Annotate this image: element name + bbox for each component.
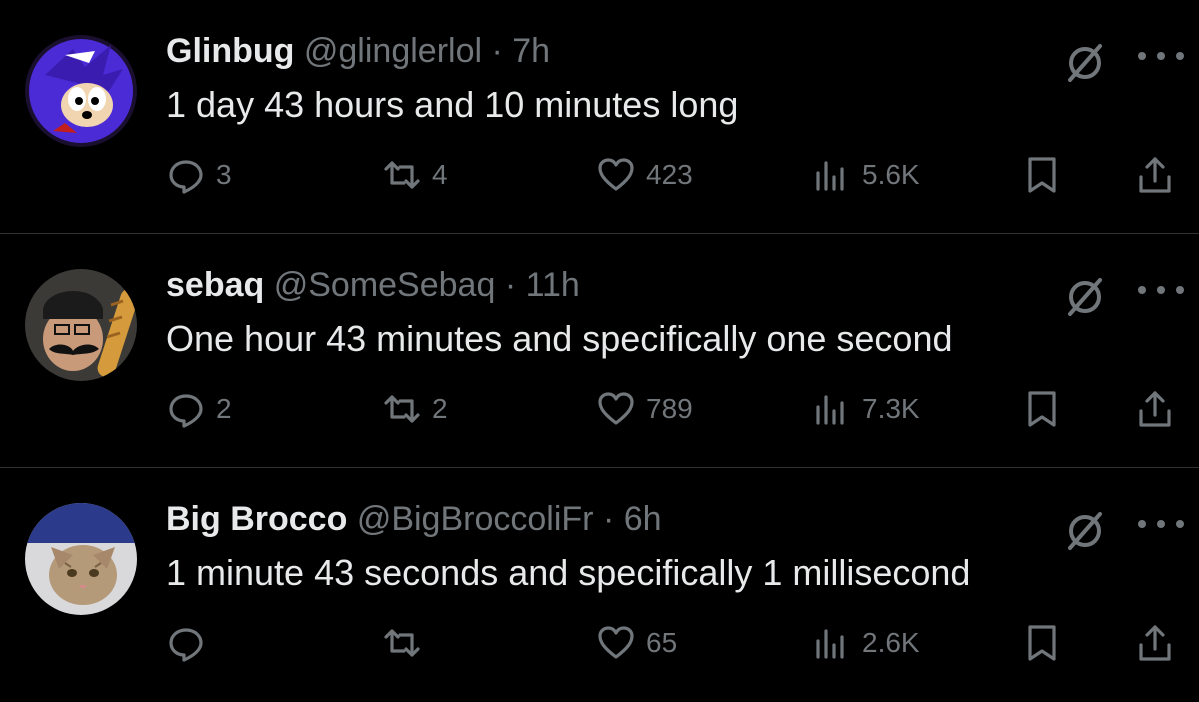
like-button[interactable]: 423 (596, 150, 693, 200)
heart-icon (598, 158, 634, 191)
tweet-header: Big Brocco @BigBroccoliFr · 6h (166, 496, 662, 542)
reply-icon (169, 160, 203, 194)
reply-count: 2 (216, 393, 232, 424)
retweet-icon (384, 161, 420, 189)
tweet-header: Glinbug @glinglerlol · 7h (166, 28, 550, 74)
tweet[interactable]: Glinbug @glinglerlol · 7h 1 day 43 hours… (0, 0, 1199, 234)
tweet[interactable]: sebaq @SomeSebaq · 11h One hour 43 minut… (0, 234, 1199, 468)
user-handle[interactable]: @glinglerlol (304, 32, 482, 70)
reply-icon (169, 394, 203, 428)
avatar[interactable] (25, 269, 137, 381)
tweet-text: One hour 43 minutes and specifically one… (166, 318, 953, 359)
views-icon (816, 629, 844, 659)
retweet-icon (384, 395, 420, 423)
reply-button[interactable]: 3 (166, 150, 232, 200)
timestamp[interactable]: 11h (526, 266, 580, 304)
views-button[interactable]: 5.6K (812, 150, 920, 200)
heart-icon (598, 392, 634, 425)
grok-icon[interactable] (1062, 508, 1108, 554)
reply-icon (169, 628, 203, 662)
tweet-actions: 3 4 423 5.6K (0, 150, 1199, 200)
views-button[interactable]: 2.6K (812, 618, 920, 668)
like-count: 789 (646, 393, 693, 424)
timestamp[interactable]: 6h (624, 500, 662, 538)
more-icon[interactable] (1134, 514, 1188, 534)
share-button[interactable] (1135, 150, 1185, 200)
tweet-text: 1 minute 43 seconds and specifically 1 m… (166, 552, 971, 593)
reply-button[interactable]: 2 (166, 384, 232, 434)
timestamp[interactable]: 7h (512, 32, 550, 70)
retweet-button[interactable]: 2 (382, 384, 448, 434)
retweet-count: 2 (432, 393, 448, 424)
tweet-text: 1 day 43 hours and 10 minutes long (166, 84, 739, 125)
bookmark-button[interactable] (1022, 618, 1072, 668)
views-icon (816, 395, 844, 425)
separator-dot: · (504, 266, 517, 304)
views-count: 5.6K (862, 159, 920, 190)
views-button[interactable]: 7.3K (812, 384, 920, 434)
user-handle[interactable]: @BigBroccoliFr (357, 500, 594, 538)
separator-dot: · (602, 500, 615, 538)
avatar[interactable] (25, 503, 137, 615)
retweet-button[interactable] (382, 618, 432, 668)
like-button[interactable]: 65 (596, 618, 677, 668)
avatar[interactable] (25, 35, 137, 147)
bookmark-button[interactable] (1022, 384, 1072, 434)
more-icon[interactable] (1134, 46, 1188, 66)
views-count: 2.6K (862, 627, 920, 658)
like-button[interactable]: 789 (596, 384, 693, 434)
views-icon (816, 161, 844, 191)
like-count: 423 (646, 159, 693, 190)
share-button[interactable] (1135, 384, 1185, 434)
user-handle[interactable]: @SomeSebaq (274, 266, 496, 304)
share-icon (1139, 391, 1171, 427)
heart-icon (598, 626, 634, 659)
display-name[interactable]: sebaq (166, 266, 264, 304)
grok-icon[interactable] (1062, 274, 1108, 320)
share-icon (1139, 157, 1171, 193)
bookmark-icon (1028, 391, 1056, 427)
bookmark-icon (1028, 625, 1056, 661)
tweet-header: sebaq @SomeSebaq · 11h (166, 262, 580, 308)
grok-icon[interactable] (1062, 40, 1108, 86)
share-icon (1139, 625, 1171, 661)
display-name[interactable]: Big Brocco (166, 500, 347, 538)
retweet-count: 4 (432, 159, 448, 190)
display-name[interactable]: Glinbug (166, 32, 294, 70)
like-count: 65 (646, 627, 678, 658)
views-count: 7.3K (862, 393, 920, 424)
reply-count: 3 (216, 159, 232, 190)
tweet[interactable]: Big Brocco @BigBroccoliFr · 6h 1 minute … (0, 468, 1199, 702)
retweet-icon (384, 629, 420, 657)
bookmark-icon (1028, 157, 1056, 193)
share-button[interactable] (1135, 618, 1185, 668)
reply-button[interactable] (166, 618, 216, 668)
separator-dot: · (491, 32, 503, 70)
tweet-actions: 65 2.6K (0, 618, 1199, 668)
bookmark-button[interactable] (1022, 150, 1072, 200)
more-icon[interactable] (1134, 280, 1188, 300)
tweet-actions: 2 2 789 7.3K (0, 384, 1199, 434)
retweet-button[interactable]: 4 (382, 150, 448, 200)
